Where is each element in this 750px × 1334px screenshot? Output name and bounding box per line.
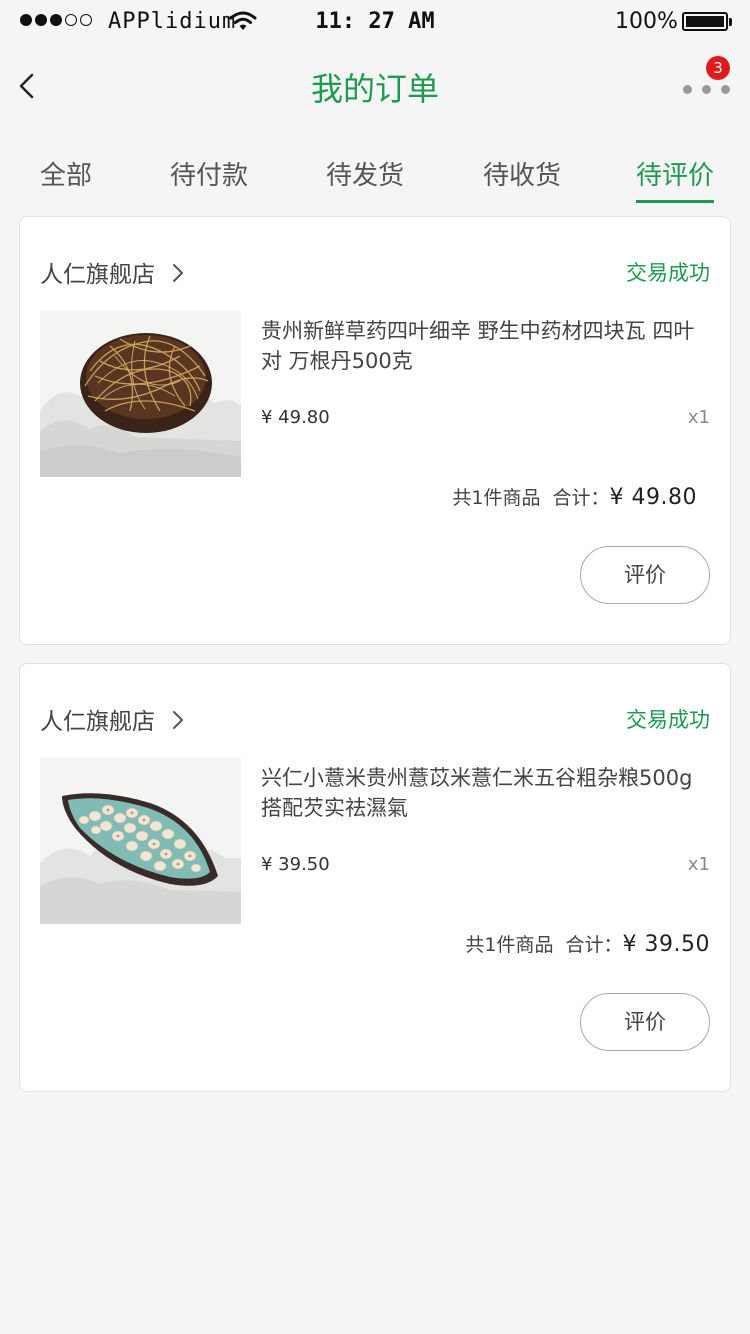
shop-link[interactable]: 人仁旗舰店 bbox=[40, 255, 185, 289]
order-card: 人仁旗舰店 交易成功 bbox=[19, 216, 731, 645]
product-quantity: x1 bbox=[687, 854, 710, 875]
shop-name: 人仁旗舰店 bbox=[40, 709, 155, 735]
shop-name: 人仁旗舰店 bbox=[40, 262, 155, 288]
tab-pending-receipt[interactable]: 待收货 bbox=[483, 155, 561, 192]
nav-bar: 我的订单 3 bbox=[0, 44, 750, 132]
product-image-coix-seed[interactable] bbox=[40, 758, 241, 924]
more-dots-icon bbox=[683, 85, 730, 94]
product-image-herb[interactable] bbox=[40, 311, 241, 477]
order-status: 交易成功 bbox=[626, 708, 710, 732]
review-button[interactable]: 评价 bbox=[580, 546, 710, 604]
tab-all[interactable]: 全部 bbox=[40, 155, 92, 192]
product-title[interactable]: 兴仁小薏米贵州薏苡米薏仁米五谷粗杂粮500g 搭配芡实祛濕氣 bbox=[261, 763, 713, 823]
item-count: 共1件商品 bbox=[452, 487, 541, 509]
battery-icon bbox=[682, 12, 732, 31]
more-menu-button[interactable]: 3 bbox=[678, 56, 734, 108]
total-label: 合计： bbox=[552, 487, 610, 509]
chevron-right-icon bbox=[173, 711, 183, 729]
order-tabs: 全部 待付款 待发货 待收货 待评价 bbox=[0, 140, 750, 203]
review-button[interactable]: 评价 bbox=[580, 993, 710, 1051]
order-card: 人仁旗舰店 交易成功 bbox=[19, 663, 731, 1092]
item-count: 共1件商品 bbox=[465, 934, 554, 956]
tab-pending-payment[interactable]: 待付款 bbox=[170, 155, 248, 192]
tab-pending-review[interactable]: 待评价 bbox=[636, 155, 715, 203]
order-summary: 共1件商品 合计： ¥ 49.80 bbox=[452, 483, 697, 510]
total-label: 合计： bbox=[565, 934, 623, 956]
status-bar: APPlidium 11: 27 AM 100% bbox=[0, 0, 750, 44]
order-total: ¥ 49.80 bbox=[609, 485, 697, 510]
notification-badge: 3 bbox=[706, 56, 730, 80]
product-price: ¥ 39.50 bbox=[261, 854, 330, 875]
product-price: ¥ 49.80 bbox=[261, 407, 330, 428]
shop-link[interactable]: 人仁旗舰店 bbox=[40, 702, 185, 736]
battery-percent: 100% bbox=[615, 9, 678, 34]
tab-pending-shipment[interactable]: 待发货 bbox=[326, 155, 404, 192]
order-summary: 共1件商品 合计： ¥ 39.50 bbox=[465, 930, 710, 957]
order-total: ¥ 39.50 bbox=[622, 932, 710, 957]
page-title: 我的订单 bbox=[310, 70, 439, 108]
product-title[interactable]: 贵州新鲜草药四叶细辛 野生中药材四块瓦 四叶对 万根丹500克 bbox=[261, 316, 713, 376]
order-list-page: APPlidium 11: 27 AM 100% 我的订单 3 全部 待付款 待… bbox=[0, 0, 750, 1334]
chevron-right-icon bbox=[173, 264, 183, 282]
order-status: 交易成功 bbox=[626, 261, 710, 285]
product-quantity: x1 bbox=[687, 407, 710, 428]
